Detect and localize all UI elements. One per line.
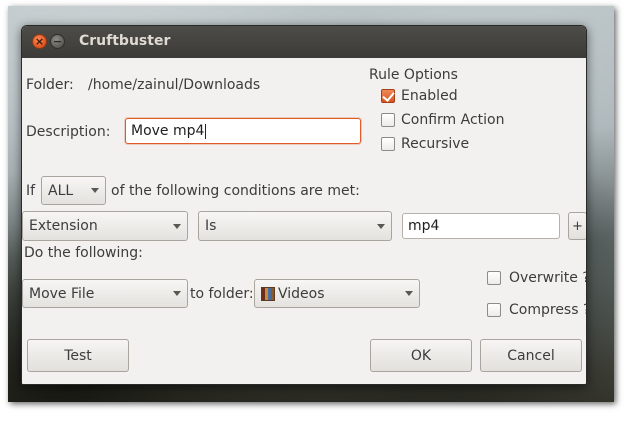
chevron-down-icon	[173, 223, 181, 229]
confirm-action-label: Confirm Action	[401, 112, 505, 128]
recursive-label: Recursive	[401, 136, 470, 152]
compress-checkbox[interactable]	[487, 303, 501, 317]
description-label: Description:	[26, 124, 111, 140]
conditions-suffix: of the following conditions are met:	[111, 183, 360, 199]
plus-icon: +	[572, 218, 583, 234]
rule-options-heading: Rule Options	[369, 67, 458, 83]
condition-operator-value: Is	[205, 218, 217, 234]
cruftbuster-window: × − Cruftbuster Folder: /home/zainul/Dow…	[21, 25, 587, 385]
enabled-checkbox[interactable]	[381, 89, 395, 103]
dialog-content: Folder: /home/zainul/Downloads Rule Opti…	[22, 58, 587, 384]
close-window-button[interactable]: ×	[32, 34, 47, 49]
to-folder-label: to folder:	[190, 286, 254, 302]
match-mode-select[interactable]: ALL	[41, 176, 106, 205]
chevron-down-icon	[173, 291, 181, 296]
description-input[interactable]: Move mp4	[125, 118, 361, 144]
overwrite-checkbox[interactable]	[487, 271, 501, 285]
ok-button-label: OK	[410, 347, 432, 364]
enabled-label: Enabled	[401, 88, 458, 104]
recursive-option[interactable]: Recursive	[381, 136, 469, 152]
title-bar[interactable]: × − Cruftbuster	[22, 26, 586, 58]
condition-value-text: mp4	[408, 218, 440, 234]
actions-heading: Do the following:	[24, 245, 143, 261]
confirm-action-option[interactable]: Confirm Action	[381, 112, 504, 128]
chevron-down-icon	[377, 223, 385, 229]
overwrite-label: Overwrite ?	[509, 270, 587, 286]
chevron-down-icon	[91, 188, 99, 193]
condition-value-input[interactable]: mp4	[402, 213, 560, 239]
confirm-action-checkbox[interactable]	[381, 113, 395, 127]
cancel-button-label: Cancel	[507, 347, 555, 364]
cancel-button[interactable]: Cancel	[480, 339, 582, 372]
recursive-checkbox[interactable]	[381, 137, 395, 151]
minimize-window-button[interactable]: −	[50, 34, 65, 49]
destination-folder-value: Videos	[278, 285, 325, 302]
match-mode-value: ALL	[48, 182, 74, 199]
close-icon: ×	[34, 35, 45, 48]
compress-option[interactable]: Compress ?	[487, 302, 587, 318]
action-value: Move File	[29, 285, 95, 302]
window-title: Cruftbuster	[79, 33, 171, 49]
test-button-label: Test	[64, 347, 92, 364]
folder-path: /home/zainul/Downloads	[88, 77, 261, 93]
chevron-down-icon	[405, 291, 413, 296]
ok-button[interactable]: OK	[370, 339, 472, 372]
destination-folder-select[interactable]: Videos	[254, 279, 420, 308]
text-caret	[205, 123, 207, 139]
condition-field-select[interactable]: Extension	[22, 211, 188, 241]
condition-operator-select[interactable]: Is	[198, 211, 392, 241]
test-button[interactable]: Test	[27, 339, 129, 372]
action-select[interactable]: Move File	[22, 279, 188, 308]
minimize-icon: −	[52, 35, 63, 48]
overwrite-option[interactable]: Overwrite ?	[487, 270, 587, 286]
conditions-prefix: If	[26, 183, 36, 199]
condition-field-value: Extension	[29, 218, 98, 234]
add-condition-button[interactable]: +	[568, 212, 586, 240]
folder-icon	[261, 286, 275, 301]
compress-label: Compress ?	[509, 302, 587, 318]
folder-label: Folder:	[26, 77, 74, 93]
enabled-option[interactable]: Enabled	[381, 88, 458, 104]
description-value: Move mp4	[131, 123, 205, 139]
